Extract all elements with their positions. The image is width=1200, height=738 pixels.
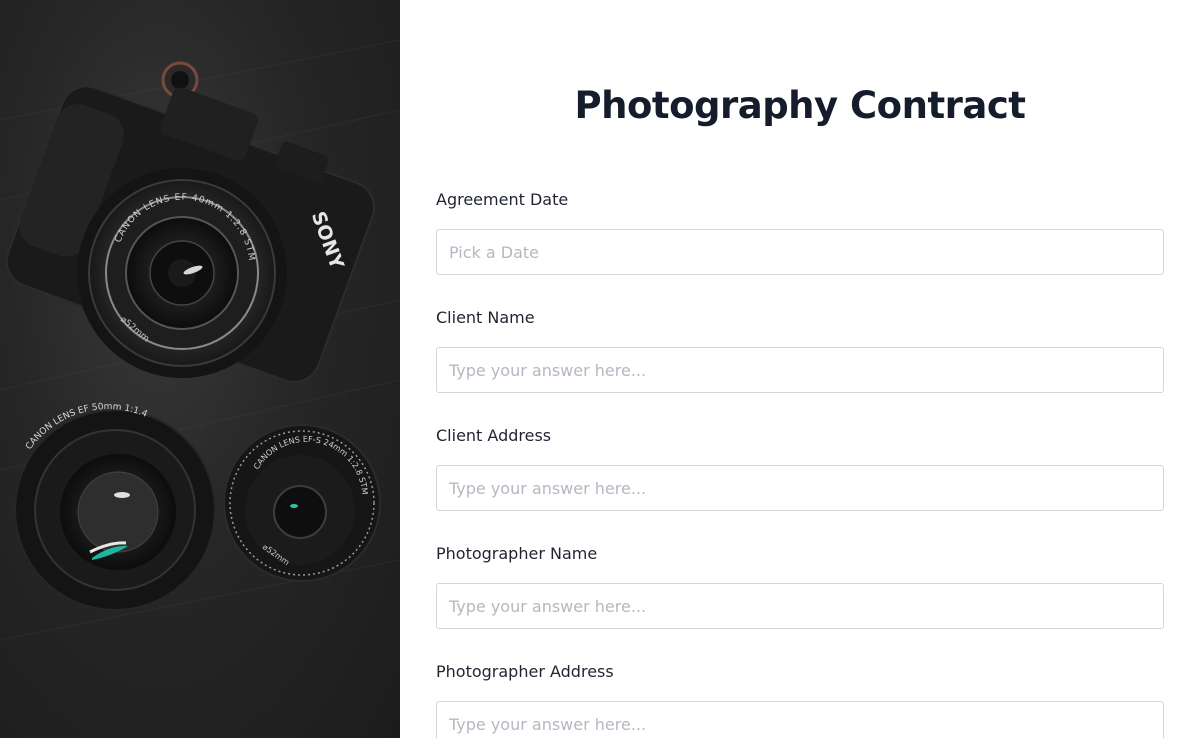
client-name-field: Client Name [436, 307, 1164, 393]
photographer-name-input[interactable] [436, 583, 1164, 629]
agreement-date-label: Agreement Date [436, 190, 569, 209]
client-name-label: Client Name [436, 308, 535, 327]
photographer-name-label: Photographer Name [436, 544, 598, 563]
client-name-input[interactable] [436, 347, 1164, 393]
client-address-input[interactable] [436, 465, 1164, 511]
lens-24mm: CANON LENS EF-S 24mm 1:2.8 STM ⌀52mm [223, 424, 381, 582]
hero-photo: SONY CANON LENS EF 40mm 1:2.8 STM ⌀52mm [0, 0, 400, 738]
photographer-address-input[interactable] [436, 701, 1164, 738]
camera-illustration: SONY CANON LENS EF 40mm 1:2.8 STM ⌀52mm [0, 39, 400, 641]
photographer-name-field: Photographer Name [436, 543, 1164, 629]
page-title: Photography Contract [574, 84, 1026, 127]
photographer-address-label: Photographer Address [436, 662, 614, 681]
contract-form: Photography Contract Agreement Date Clie… [400, 0, 1200, 738]
agreement-date-field: Agreement Date [436, 189, 1164, 275]
client-address-label: Client Address [436, 426, 552, 445]
photographer-address-field: Photographer Address [436, 661, 1164, 738]
main-lens: CANON LENS EF 40mm 1:2.8 STM ⌀52mm [77, 168, 287, 378]
client-address-field: Client Address [436, 425, 1164, 511]
agreement-date-input[interactable] [436, 229, 1164, 275]
lens-50mm: CANON LENS EF 50mm 1:1.4 [14, 402, 216, 611]
